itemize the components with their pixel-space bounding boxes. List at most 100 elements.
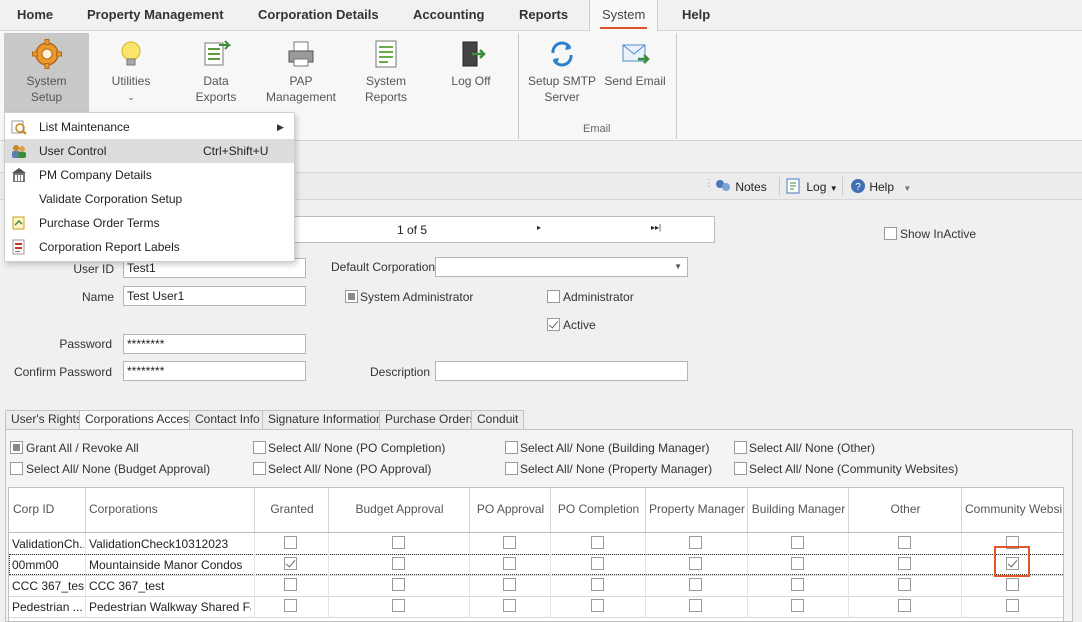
grid-checkbox[interactable]: [898, 536, 911, 549]
grid-checkbox[interactable]: [898, 557, 911, 570]
grant-all-checkbox[interactable]: [10, 441, 23, 454]
tab-conduit[interactable]: Conduit: [471, 410, 525, 429]
grid-checkbox[interactable]: [284, 578, 297, 591]
grid-checkbox[interactable]: [791, 599, 804, 612]
grid-checkbox[interactable]: [503, 599, 516, 612]
menu-system[interactable]: System: [589, 0, 659, 31]
grid-checkbox[interactable]: [503, 536, 516, 549]
help-button[interactable]: ? Help ▼: [850, 177, 911, 197]
menu-home[interactable]: Home: [17, 0, 53, 31]
next-record-icon[interactable]: ▸: [537, 223, 541, 232]
log-button[interactable]: Log ▼: [785, 177, 838, 197]
column-header[interactable]: Granted: [258, 502, 326, 516]
cell-corp-id[interactable]: 00mm00: [12, 558, 84, 572]
cell-corporation[interactable]: ValidationCheck10312023: [89, 537, 251, 551]
default-corporation-select[interactable]: ▼: [435, 257, 688, 277]
column-divider: [747, 488, 748, 532]
column-header[interactable]: Corporations: [89, 502, 252, 516]
menu-item-user-control[interactable]: User Control Ctrl+Shift+U: [5, 139, 294, 163]
system-setup-button[interactable]: System Setup: [4, 33, 89, 113]
tab-purchase-orders[interactable]: Purchase Orders: [379, 410, 482, 429]
grid-checkbox[interactable]: [503, 557, 516, 570]
grid-checkbox[interactable]: [392, 599, 405, 612]
grid-checkbox[interactable]: [591, 578, 604, 591]
grid-checkbox[interactable]: [689, 536, 702, 549]
select-all-property-manager-checkbox[interactable]: [505, 462, 518, 475]
administrator-checkbox[interactable]: [547, 290, 560, 303]
grid-checkbox[interactable]: [1006, 599, 1019, 612]
last-record-icon[interactable]: ▸▸|: [651, 223, 661, 232]
grid-checkbox[interactable]: [392, 578, 405, 591]
cell-corporation[interactable]: Mountainside Manor Condos: [89, 558, 251, 572]
password-field[interactable]: ********: [123, 334, 306, 354]
grid-checkbox[interactable]: [284, 599, 297, 612]
grid-checkbox[interactable]: [689, 578, 702, 591]
column-header[interactable]: Other: [852, 502, 959, 516]
column-header[interactable]: PO Approval: [473, 502, 548, 516]
menu-item-pm-company-details[interactable]: PM Company Details: [5, 163, 294, 187]
tab-corporations-access[interactable]: Corporations Access: [79, 410, 202, 430]
send-email-button[interactable]: Send Email: [603, 33, 667, 113]
menu-property-management[interactable]: Property Management: [87, 0, 224, 31]
grid-checkbox[interactable]: [284, 536, 297, 549]
menu-item-list-maintenance[interactable]: List Maintenance ▶: [5, 115, 294, 139]
column-header[interactable]: Budget Approval: [332, 502, 467, 516]
grid-checkbox[interactable]: [791, 578, 804, 591]
cell-corporation[interactable]: CCC 367_test: [89, 579, 251, 593]
tab-contact-info[interactable]: Contact Info: [189, 410, 266, 429]
cell-corp-id[interactable]: CCC 367_test: [12, 579, 84, 593]
confirm-password-field[interactable]: ********: [123, 361, 306, 381]
grid-checkbox[interactable]: [392, 536, 405, 549]
system-reports-button[interactable]: System Reports: [357, 33, 415, 113]
grid-checkbox[interactable]: [689, 557, 702, 570]
menu-reports[interactable]: Reports: [519, 0, 568, 31]
grid-checkbox[interactable]: [898, 578, 911, 591]
menu-item-purchase-order-terms[interactable]: Purchase Order Terms: [5, 211, 294, 235]
grid-checkbox[interactable]: [392, 557, 405, 570]
select-all-po-approval-checkbox[interactable]: [253, 462, 266, 475]
grid-checkbox[interactable]: [689, 599, 702, 612]
grid-checkbox[interactable]: [591, 557, 604, 570]
row-separator: [9, 617, 1063, 618]
tab-users-rights[interactable]: User's Rights: [5, 410, 88, 429]
column-header[interactable]: PO Completion: [554, 502, 643, 516]
setup-smtp-button[interactable]: Setup SMTP Server: [527, 33, 597, 113]
administrator-label: Administrator: [563, 290, 634, 304]
utilities-button[interactable]: Utilities ⌄: [103, 33, 159, 113]
log-off-button[interactable]: Log Off: [446, 33, 496, 113]
menu-accounting[interactable]: Accounting: [413, 0, 485, 31]
show-inactive-checkbox[interactable]: [884, 227, 897, 240]
cell-corp-id[interactable]: ValidationCh...: [12, 537, 84, 551]
active-checkbox[interactable]: [547, 318, 560, 331]
column-header[interactable]: Property Manager: [649, 502, 745, 516]
grid-checkbox[interactable]: [1006, 578, 1019, 591]
menu-item-corporation-report-labels[interactable]: Corporation Report Labels: [5, 235, 294, 259]
pap-management-button[interactable]: PAP Management: [259, 33, 343, 113]
name-field[interactable]: Test User1: [123, 286, 306, 306]
column-header[interactable]: Community Websi...: [965, 502, 1063, 516]
select-all-building-manager-checkbox[interactable]: [505, 441, 518, 454]
system-administrator-checkbox[interactable]: [345, 290, 358, 303]
description-field[interactable]: [435, 361, 688, 381]
grid-checkbox[interactable]: [591, 536, 604, 549]
grid-checkbox[interactable]: [791, 536, 804, 549]
select-all-other-checkbox[interactable]: [734, 441, 747, 454]
select-all-po-completion-checkbox[interactable]: [253, 441, 266, 454]
cell-corp-id[interactable]: Pedestrian ...: [12, 600, 84, 614]
menu-help[interactable]: Help: [682, 0, 710, 31]
select-all-budget-checkbox[interactable]: [10, 462, 23, 475]
cell-corporation[interactable]: Pedestrian Walkway Shared Fa...: [89, 600, 251, 614]
grid-checkbox[interactable]: [284, 557, 297, 570]
grid-checkbox[interactable]: [791, 557, 804, 570]
data-exports-button[interactable]: Data Exports: [187, 33, 245, 113]
tab-signature-information[interactable]: Signature Information: [262, 410, 389, 429]
select-all-community-checkbox[interactable]: [734, 462, 747, 475]
grid-checkbox[interactable]: [503, 578, 516, 591]
notes-button[interactable]: Notes: [714, 177, 767, 197]
menu-corporation-details[interactable]: Corporation Details: [258, 0, 379, 31]
column-header[interactable]: Corp ID: [13, 502, 83, 516]
column-header[interactable]: Building Manager: [751, 502, 846, 516]
menu-item-validate-corporation-setup[interactable]: Validate Corporation Setup: [5, 187, 294, 211]
grid-checkbox[interactable]: [898, 599, 911, 612]
grid-checkbox[interactable]: [591, 599, 604, 612]
